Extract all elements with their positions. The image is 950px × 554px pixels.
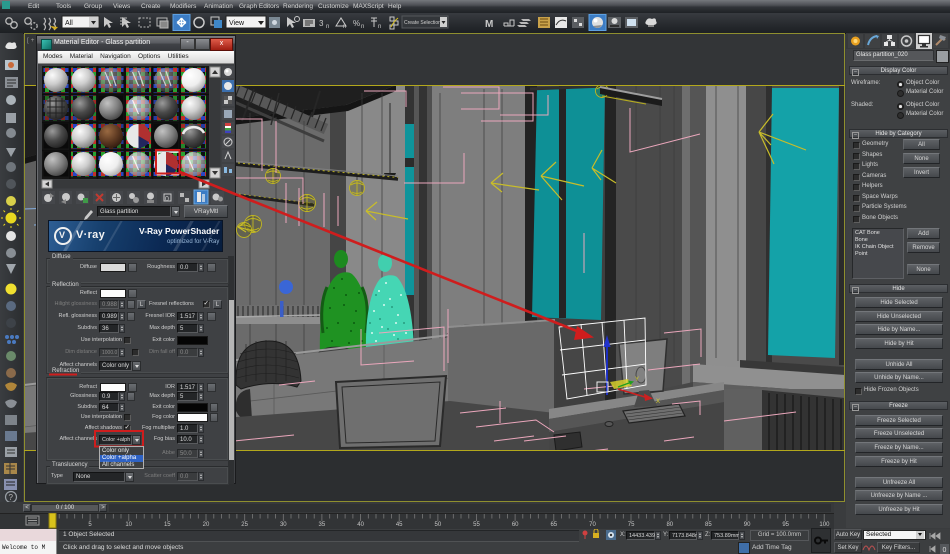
- svg-text:90: 90: [744, 522, 751, 528]
- svg-text:Y: Y: [635, 377, 639, 383]
- svg-text:0: 0: [165, 196, 169, 203]
- svg-text:25: 25: [241, 522, 248, 528]
- svg-text:M: M: [485, 19, 493, 30]
- svg-text:50: 50: [435, 522, 442, 528]
- svg-text:85: 85: [705, 522, 712, 528]
- svg-text:70: 70: [589, 522, 596, 528]
- svg-text:75: 75: [628, 522, 635, 528]
- svg-text:5: 5: [88, 522, 92, 528]
- svg-text:45: 45: [396, 522, 403, 528]
- svg-text:40: 40: [357, 522, 364, 528]
- svg-text:20: 20: [203, 522, 210, 528]
- svg-text:View: View: [229, 20, 245, 27]
- svg-text:?: ?: [9, 493, 14, 502]
- svg-text:n: n: [378, 24, 381, 30]
- svg-text:10: 10: [125, 522, 132, 528]
- svg-text:All: All: [65, 20, 73, 27]
- svg-text:35: 35: [319, 522, 326, 528]
- svg-text:X: X: [656, 399, 660, 405]
- svg-text:0: 0: [943, 547, 947, 554]
- svg-text:15: 15: [164, 522, 171, 528]
- svg-text:80: 80: [666, 522, 673, 528]
- svg-text:n: n: [343, 24, 346, 30]
- svg-text:3: 3: [319, 19, 324, 28]
- svg-text:n: n: [326, 24, 329, 30]
- svg-text:95: 95: [782, 522, 789, 528]
- svg-text:30: 30: [280, 522, 287, 528]
- svg-text:65: 65: [550, 522, 557, 528]
- svg-text:55: 55: [473, 522, 480, 528]
- svg-text:%: %: [353, 19, 360, 28]
- svg-text:60: 60: [512, 522, 519, 528]
- svg-text:n: n: [361, 24, 364, 30]
